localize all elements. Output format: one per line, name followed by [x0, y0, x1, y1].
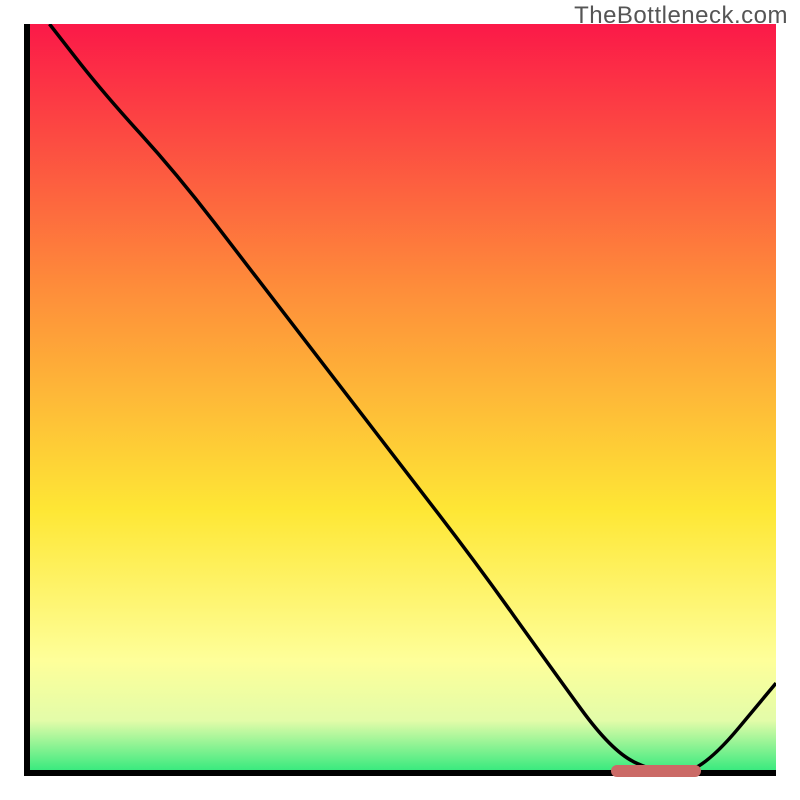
optimal-range-marker: [611, 765, 701, 777]
plot-area: [24, 24, 776, 776]
gradient-background: [27, 24, 776, 773]
chart-svg: [24, 24, 776, 776]
chart-container: TheBottleneck.com: [0, 0, 800, 800]
watermark-text: TheBottleneck.com: [574, 2, 788, 30]
